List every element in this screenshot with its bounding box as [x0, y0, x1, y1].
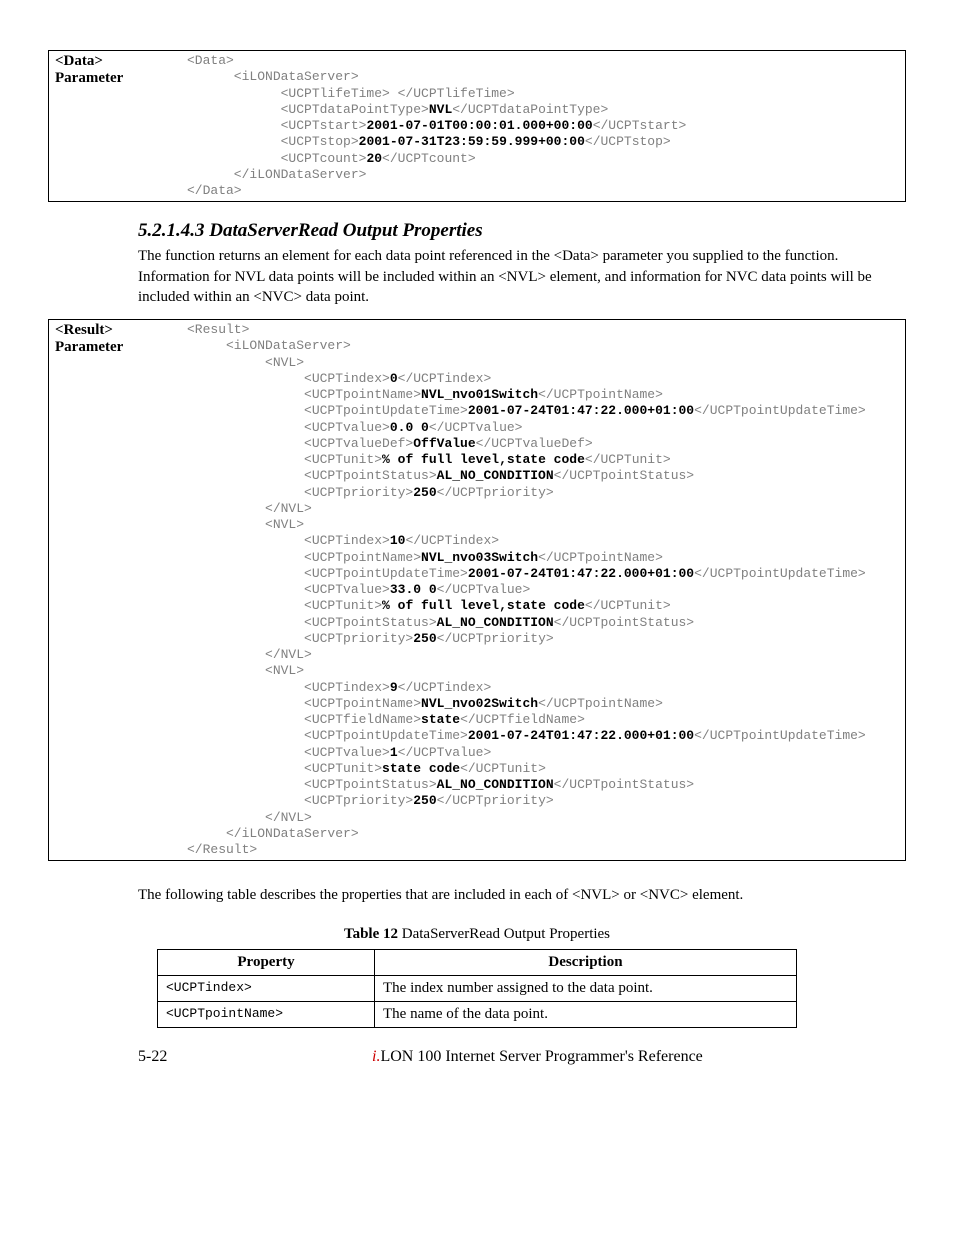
section-heading: 5.2.1.4.3 DataServerRead Output Properti…: [138, 220, 906, 242]
result-parameter-block: <Result> Parameter <Result> <iLONDataSer…: [48, 319, 906, 861]
section-paragraph: The function returns an element for each…: [138, 246, 906, 307]
label-result: <Result>: [55, 322, 113, 338]
th-description: Description: [375, 949, 797, 975]
th-property: Property: [158, 949, 375, 975]
table-intro-paragraph: The following table describes the proper…: [138, 885, 906, 905]
result-param-code-cell: <Result> <iLONDataServer> <NVL> <UCPTind…: [181, 320, 906, 861]
table-caption-bold: Table 12: [344, 926, 398, 942]
footer-title: i.LON 100 Internet Server Programmer's R…: [372, 1048, 703, 1065]
properties-table: Property Description <UCPTindex> The ind…: [157, 949, 797, 1028]
table-caption: Table 12 DataServerRead Output Propertie…: [48, 926, 906, 943]
result-param-label: <Result> Parameter: [49, 320, 182, 861]
cell-description: The name of the data point.: [375, 1001, 797, 1027]
data-param-code-cell: <Data> <iLONDataServer> <UCPTlifeTime> <…: [181, 51, 906, 202]
table-header-row: Property Description: [158, 949, 797, 975]
table-caption-rest: DataServerRead Output Properties: [398, 926, 610, 942]
result-param-code: <Result> <iLONDataServer> <NVL> <UCPTind…: [187, 322, 899, 858]
table-row: <UCPTindex> The index number assigned to…: [158, 975, 797, 1001]
table-row: <UCPTpointName> The name of the data poi…: [158, 1001, 797, 1027]
page-footer: 5-22 i.LON 100 Internet Server Programme…: [138, 1048, 906, 1066]
data-parameter-block: <Data> Parameter <Data> <iLONDataServer>…: [48, 50, 906, 202]
cell-description: The index number assigned to the data po…: [375, 975, 797, 1001]
label-parameter-2: Parameter: [55, 339, 123, 355]
label-parameter: Parameter: [55, 70, 123, 86]
data-param-label: <Data> Parameter: [49, 51, 182, 202]
cell-property: <UCPTindex>: [158, 975, 375, 1001]
cell-property: <UCPTpointName>: [158, 1001, 375, 1027]
footer-title-rest: LON 100 Internet Server Programmer's Ref…: [380, 1048, 702, 1065]
page-number: 5-22: [138, 1048, 368, 1066]
data-param-code: <Data> <iLONDataServer> <UCPTlifeTime> <…: [187, 53, 899, 199]
label-data: <Data>: [55, 53, 103, 69]
